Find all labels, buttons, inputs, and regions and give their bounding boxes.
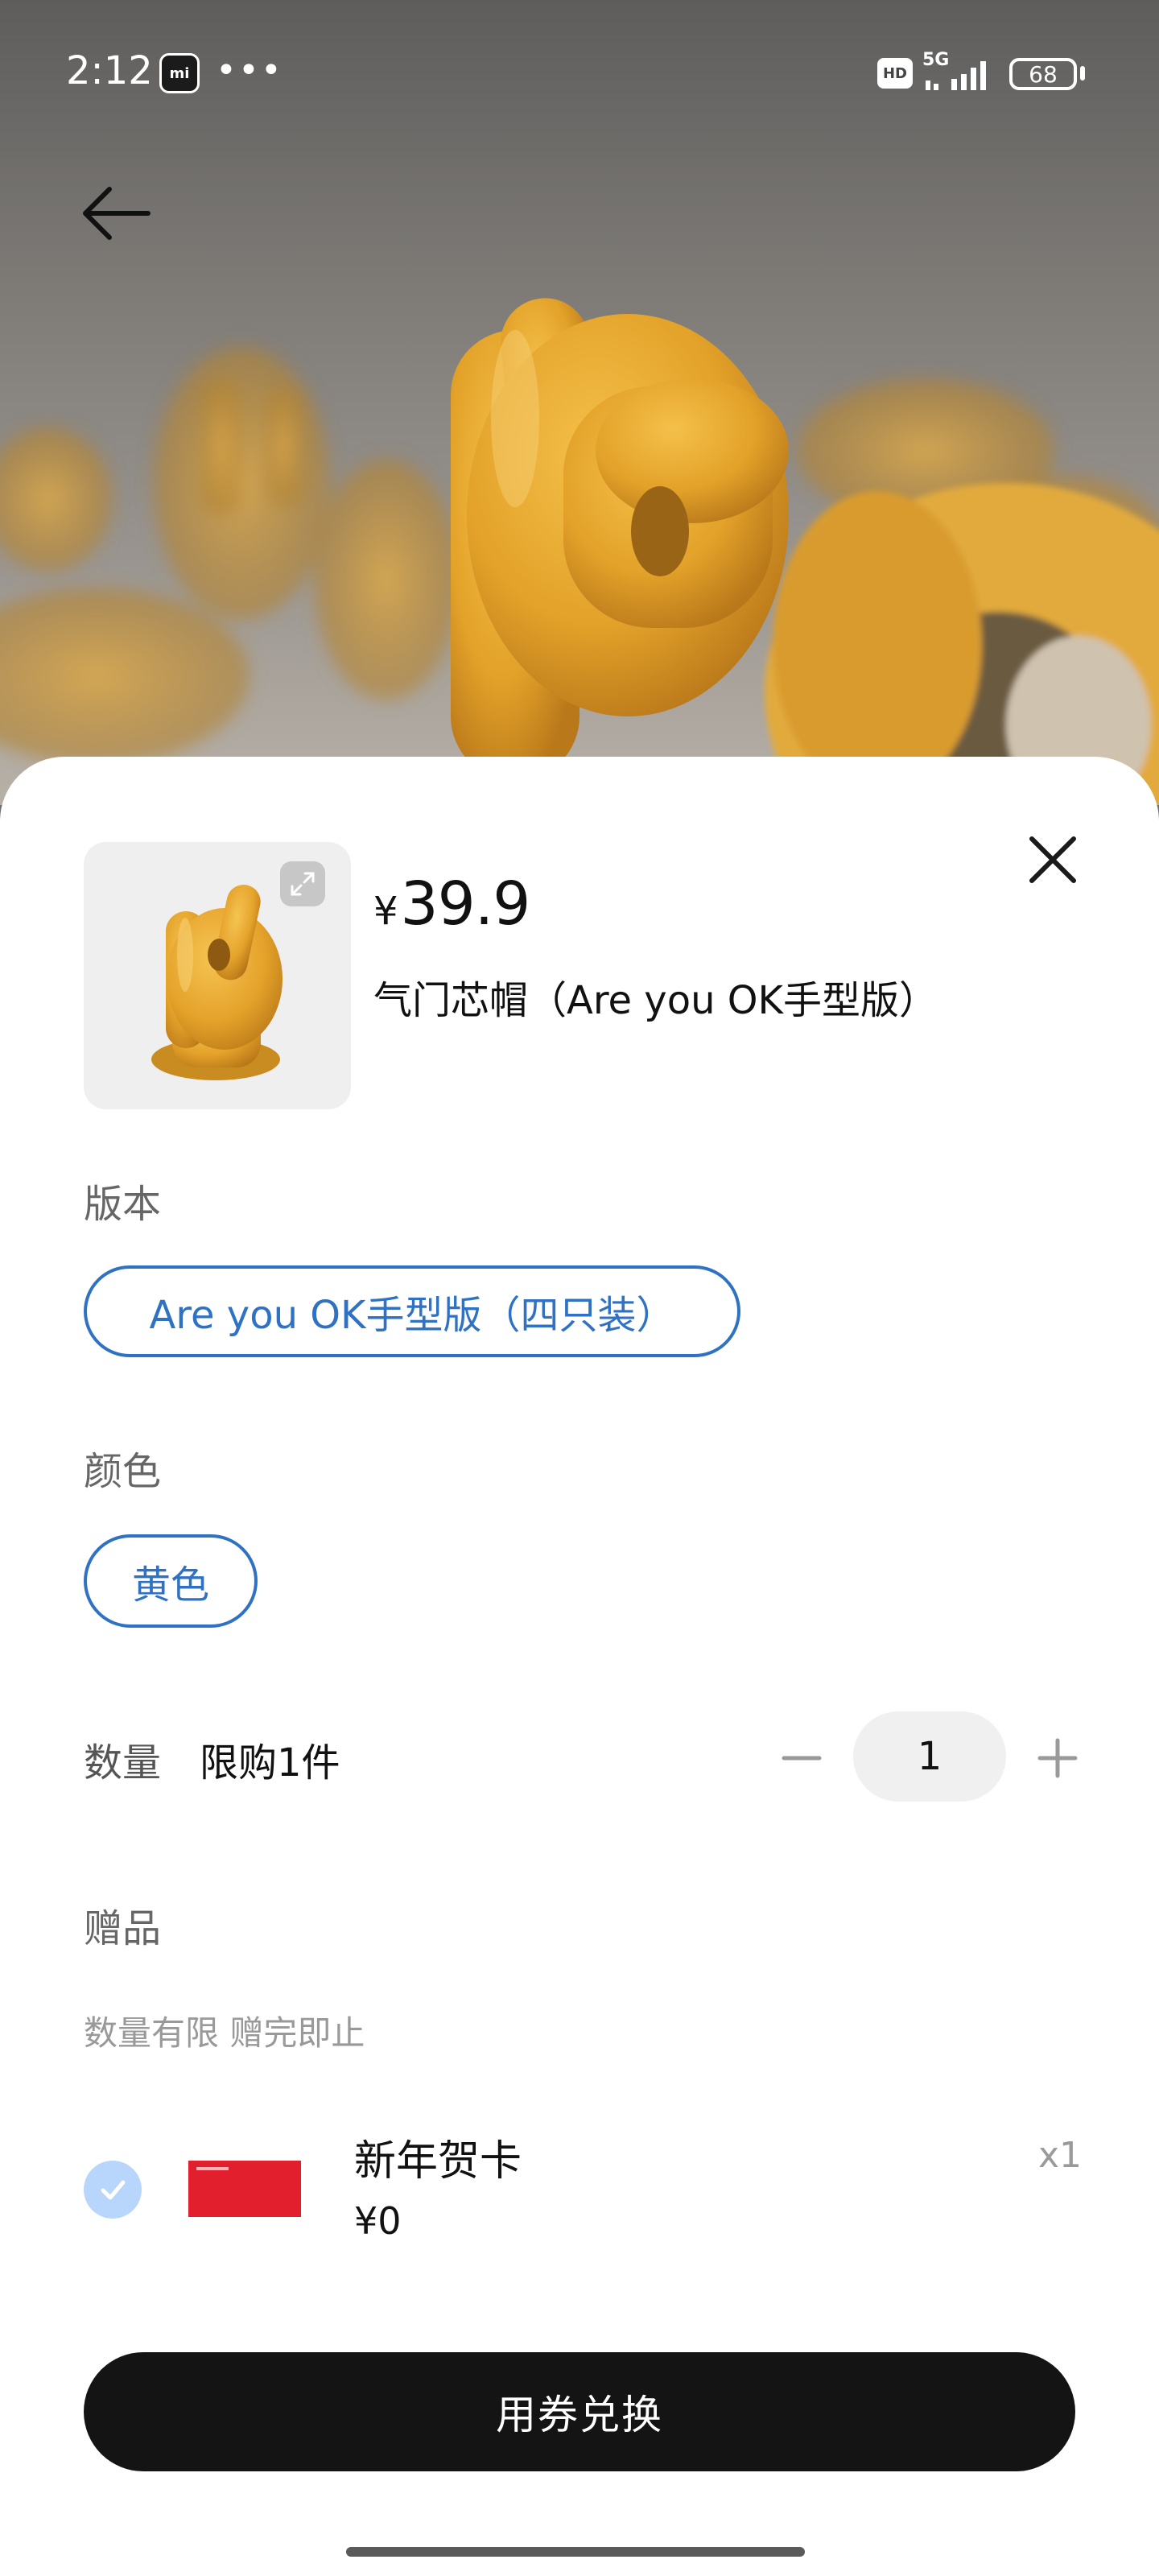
expand-image-button[interactable] (280, 861, 325, 906)
redeem-with-coupon-button[interactable]: 用券兑换 (84, 2352, 1075, 2471)
gift-price: ¥0 (354, 2199, 402, 2243)
close-icon (1029, 836, 1076, 883)
battery-icon: 68 (1009, 58, 1077, 90)
status-bar: 2:12 mi ••• HD 5G 68 (0, 0, 1159, 145)
expand-icon (291, 872, 315, 896)
plus-icon (1037, 1738, 1078, 1778)
gift-checkbox[interactable] (84, 2161, 142, 2219)
color-option-chip[interactable]: 黄色 (84, 1534, 258, 1628)
arrow-left-icon (83, 187, 151, 240)
product-name: 气门芯帽（Are you OK手型版） (373, 978, 938, 1023)
more-dots-icon: ••• (216, 50, 283, 91)
gift-card-image (188, 2161, 301, 2217)
signal-icon (926, 61, 986, 90)
version-option-chip[interactable]: Are you OK手型版（四只装） (84, 1265, 740, 1357)
gift-quantity: x1 (1038, 2135, 1083, 2176)
gift-name: 新年贺卡 (354, 2137, 522, 2186)
quantity-label: 数量 (84, 1740, 162, 1785)
price-currency: ¥ (373, 889, 398, 934)
battery-tip (1080, 66, 1085, 80)
price-value: 39.9 (400, 869, 531, 939)
quantity-decrease-button[interactable] (776, 1732, 827, 1784)
color-label: 颜色 (84, 1449, 162, 1494)
gift-label: 赠品 (84, 1906, 162, 1951)
close-button[interactable] (1021, 828, 1085, 892)
status-time: 2:12 (66, 48, 153, 93)
version-label: 版本 (84, 1182, 162, 1227)
back-button[interactable] (77, 177, 158, 250)
product-price: ¥39.9 (373, 869, 530, 939)
quantity-limit: 限购1件 (200, 1740, 340, 1785)
gift-note: 数量有限 赠完即止 (84, 2013, 365, 2053)
check-icon (101, 2180, 126, 2200)
quantity-input[interactable]: 1 (853, 1711, 1006, 1802)
hd-badge: HD (877, 58, 913, 89)
minus-icon (782, 1756, 822, 1761)
mi-icon: mi (159, 53, 200, 93)
quantity-increase-button[interactable] (1032, 1732, 1083, 1784)
home-indicator[interactable] (346, 2547, 805, 2557)
